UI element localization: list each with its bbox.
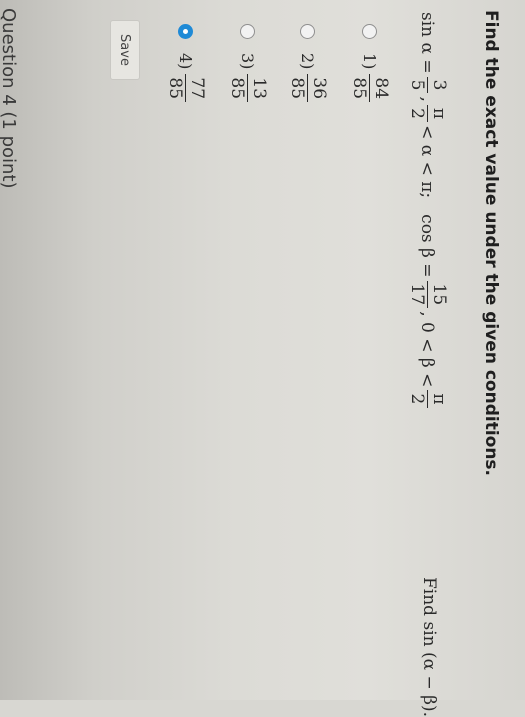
cos-beta-numerator: 15 bbox=[427, 280, 449, 309]
option-denominator: 85 bbox=[287, 77, 307, 100]
radio-button-icon[interactable] bbox=[240, 24, 255, 39]
given-conditions: sin α = 3 5 , π 2 < α < π; cos β = 15 17… bbox=[407, 12, 449, 411]
answer-option-1[interactable]: 1) 84 85 bbox=[349, 24, 391, 105]
sin-alpha-denominator: 5 bbox=[407, 79, 427, 91]
option-fraction: 84 85 bbox=[349, 74, 391, 103]
option-fraction: 13 85 bbox=[227, 74, 269, 103]
radio-button-icon[interactable] bbox=[362, 24, 377, 39]
option-numerator: 36 bbox=[307, 74, 329, 103]
beta-range: , 0 < β < bbox=[417, 311, 438, 388]
option-numerator: 77 bbox=[185, 74, 207, 103]
option-numerator: 13 bbox=[247, 74, 269, 103]
radio-button-icon[interactable] bbox=[300, 24, 315, 39]
option-label: 3) bbox=[238, 53, 257, 70]
next-question-heading: Question 4 (1 point) bbox=[0, 8, 19, 189]
save-button[interactable]: Save bbox=[110, 20, 140, 80]
cos-beta-fraction: 15 17 bbox=[407, 280, 449, 309]
radio-button-selected-icon[interactable] bbox=[178, 24, 193, 39]
cos-beta-denominator: 17 bbox=[407, 283, 427, 306]
option-numerator: 84 bbox=[369, 74, 391, 103]
beta-pi-over-two-fraction: π 2 bbox=[407, 390, 449, 408]
alpha-range: < α < π; bbox=[417, 125, 438, 199]
option-fraction: 36 85 bbox=[287, 74, 329, 103]
separator: , bbox=[417, 96, 438, 102]
question-panel: Find the exact value under the given con… bbox=[0, 0, 525, 717]
option-denominator: 85 bbox=[165, 77, 185, 100]
pi-over-two-fraction: π 2 bbox=[407, 104, 449, 123]
option-denominator: 85 bbox=[349, 77, 369, 100]
option-label: 1) bbox=[360, 53, 379, 70]
sin-alpha-label: sin α = bbox=[417, 12, 438, 74]
sin-alpha-fraction: 3 5 bbox=[407, 76, 449, 94]
question-instruction: Find the exact value under the given con… bbox=[481, 10, 501, 477]
answer-option-4[interactable]: 4) 77 85 bbox=[165, 24, 207, 105]
answer-option-3[interactable]: 3) 13 85 bbox=[227, 24, 269, 105]
option-label: 4) bbox=[176, 53, 195, 70]
option-fraction: 77 85 bbox=[165, 74, 207, 103]
pi-denominator: 2 bbox=[407, 108, 427, 119]
pi-denominator-2: 2 bbox=[407, 393, 427, 405]
option-denominator: 85 bbox=[227, 77, 247, 100]
pi-numerator-2: π bbox=[427, 390, 449, 408]
cos-beta-label: cos β = bbox=[417, 214, 438, 278]
option-label: 2) bbox=[298, 53, 317, 70]
answer-option-2[interactable]: 2) 36 85 bbox=[287, 24, 329, 105]
pi-numerator: π bbox=[427, 104, 449, 123]
find-prompt: Find sin (α − β). bbox=[419, 577, 439, 717]
sin-alpha-numerator: 3 bbox=[427, 76, 449, 94]
